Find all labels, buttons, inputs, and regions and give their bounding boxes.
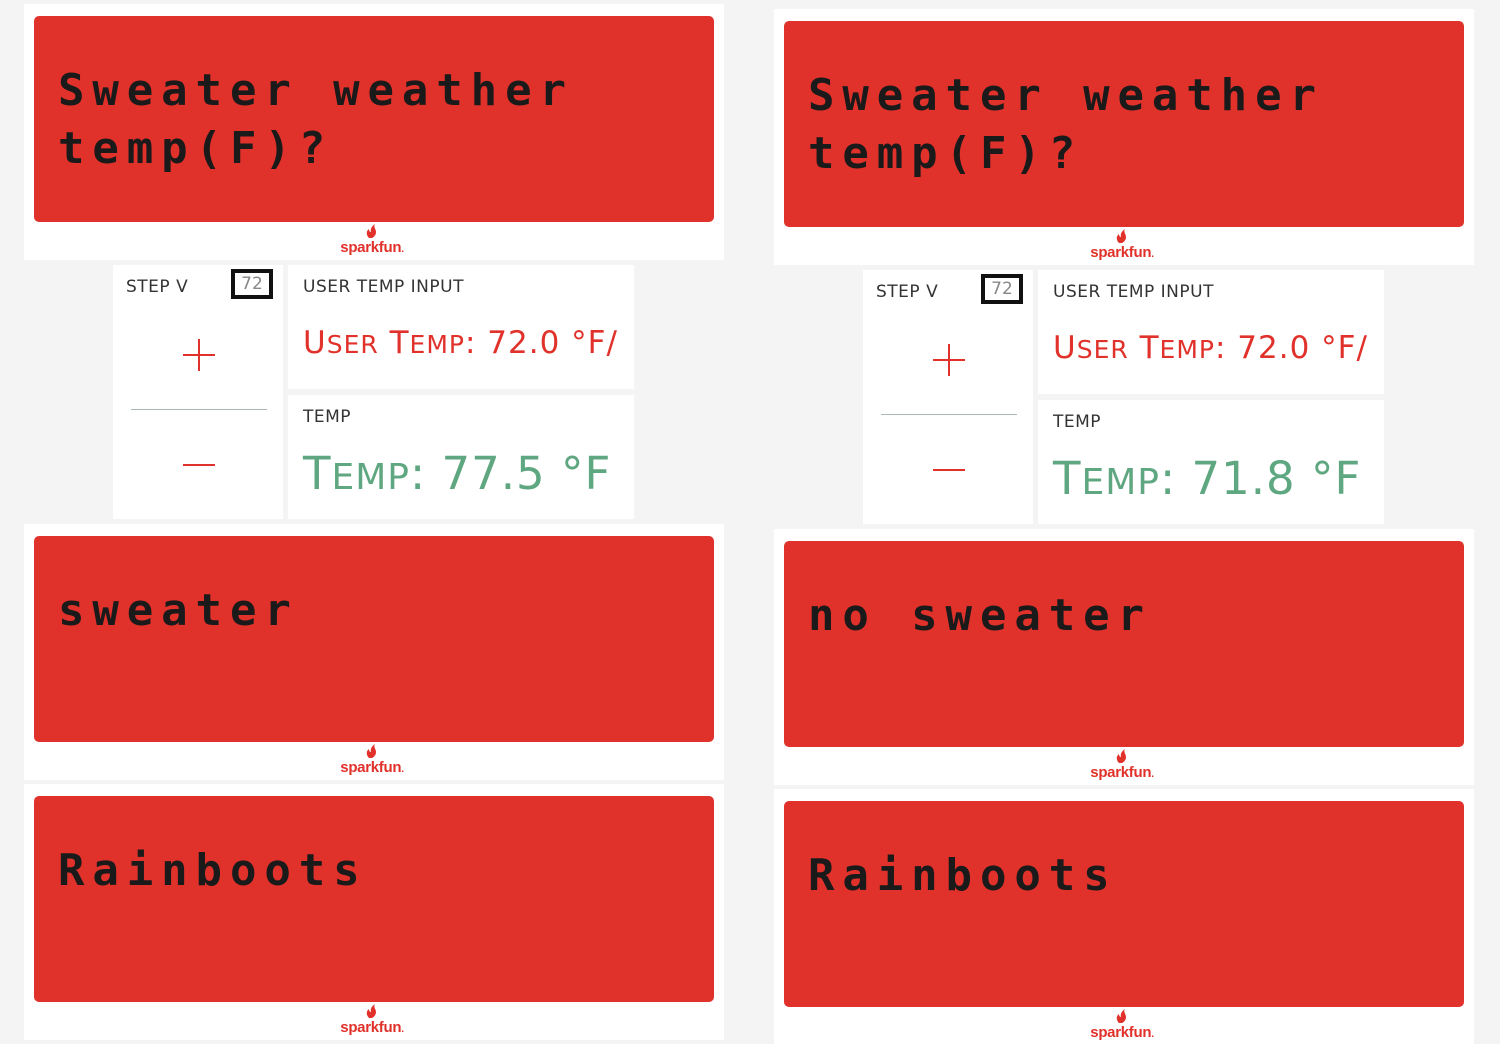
lcd-screen: sweater <box>34 536 714 742</box>
temp-value: TEMP: 77.5 °F <box>303 447 612 500</box>
sparkfun-logo: sparkfun. <box>24 1004 724 1036</box>
tile-title: TEMP <box>1053 412 1102 432</box>
lcd-screen: Sweater weather temp(F)? <box>784 21 1464 227</box>
user-temp-value: USER TEMP: 72.0 °F/ <box>303 325 618 361</box>
dashboard: Sweater weather temp(F)? sparkfun. STEP … <box>0 0 1500 1044</box>
increment-button[interactable] <box>131 325 267 385</box>
step-divider <box>131 409 267 410</box>
lcd-widget-result: sweater sparkfun. <box>24 524 724 780</box>
minus-icon <box>183 464 215 466</box>
temp-tile: TEMP TEMP: 71.8 °F <box>1038 400 1384 524</box>
lcd-line-1: Sweater weather <box>808 70 1324 121</box>
sparkfun-logo: sparkfun. <box>24 744 724 776</box>
tile-title: USER TEMP INPUT <box>1053 282 1214 302</box>
decrement-button[interactable] <box>881 440 1017 500</box>
minus-icon <box>933 469 965 471</box>
tile-title: USER TEMP INPUT <box>303 277 464 297</box>
flame-icon <box>1116 749 1126 763</box>
plus-icon <box>183 339 215 371</box>
temp-value: TEMP: 71.8 °F <box>1053 452 1362 505</box>
sparkfun-logo: sparkfun. <box>24 224 724 256</box>
lcd-line-1: no sweater <box>808 590 1152 641</box>
step-divider <box>881 414 1017 415</box>
lcd-widget-boots: Rainboots sparkfun. <box>24 784 724 1040</box>
tile-title: TEMP <box>303 407 352 427</box>
step-value-display: 72 <box>231 269 273 299</box>
user-temp-value: USER TEMP: 72.0 °F/ <box>1053 330 1368 366</box>
lcd-line-1: Sweater weather <box>58 65 574 116</box>
flame-icon <box>366 1004 376 1018</box>
lcd-widget-boots: Rainboots sparkfun. <box>774 789 1474 1044</box>
lcd-screen: Sweater weather temp(F)? <box>34 16 714 222</box>
lcd-line-2 <box>58 640 714 698</box>
lcd-screen: Rainboots <box>784 801 1464 1007</box>
user-temp-input-tile: USER TEMP INPUT USER TEMP: 72.0 °F/ <box>1038 270 1384 394</box>
lcd-screen: Rainboots <box>34 796 714 1002</box>
flame-icon <box>1116 229 1126 243</box>
lcd-line-1: Rainboots <box>58 845 368 896</box>
decrement-button[interactable] <box>131 435 267 495</box>
flame-icon <box>366 224 376 238</box>
flame-icon <box>1116 1009 1126 1023</box>
lcd-line-2: temp(F)? <box>808 128 1084 179</box>
lcd-line-1: sweater <box>58 585 299 636</box>
lcd-widget-question: Sweater weather temp(F)? sparkfun. <box>24 4 724 260</box>
lcd-widget-result: no sweater sparkfun. <box>774 529 1474 785</box>
lcd-line-2: temp(F)? <box>58 123 334 174</box>
flame-icon <box>366 744 376 758</box>
sparkfun-logo: sparkfun. <box>774 229 1474 261</box>
lcd-line-1: Rainboots <box>808 850 1118 901</box>
plus-icon <box>933 344 965 376</box>
user-temp-input-tile: USER TEMP INPUT USER TEMP: 72.0 °F/ <box>288 265 634 389</box>
sparkfun-logo: sparkfun. <box>774 749 1474 781</box>
step-label: STEP V <box>876 282 939 302</box>
step-value-display: 72 <box>981 274 1023 304</box>
step-value-widget: STEP V 72 <box>113 265 283 519</box>
lcd-widget-question: Sweater weather temp(F)? sparkfun. <box>774 9 1474 265</box>
lcd-line-2 <box>808 645 1464 703</box>
lcd-line-2 <box>58 900 714 958</box>
sparkfun-logo: sparkfun. <box>774 1009 1474 1041</box>
increment-button[interactable] <box>881 330 1017 390</box>
step-label: STEP V <box>126 277 189 297</box>
lcd-line-2 <box>808 905 1464 963</box>
temp-tile: TEMP TEMP: 77.5 °F <box>288 395 634 519</box>
step-value-widget: STEP V 72 <box>863 270 1033 524</box>
lcd-screen: no sweater <box>784 541 1464 747</box>
